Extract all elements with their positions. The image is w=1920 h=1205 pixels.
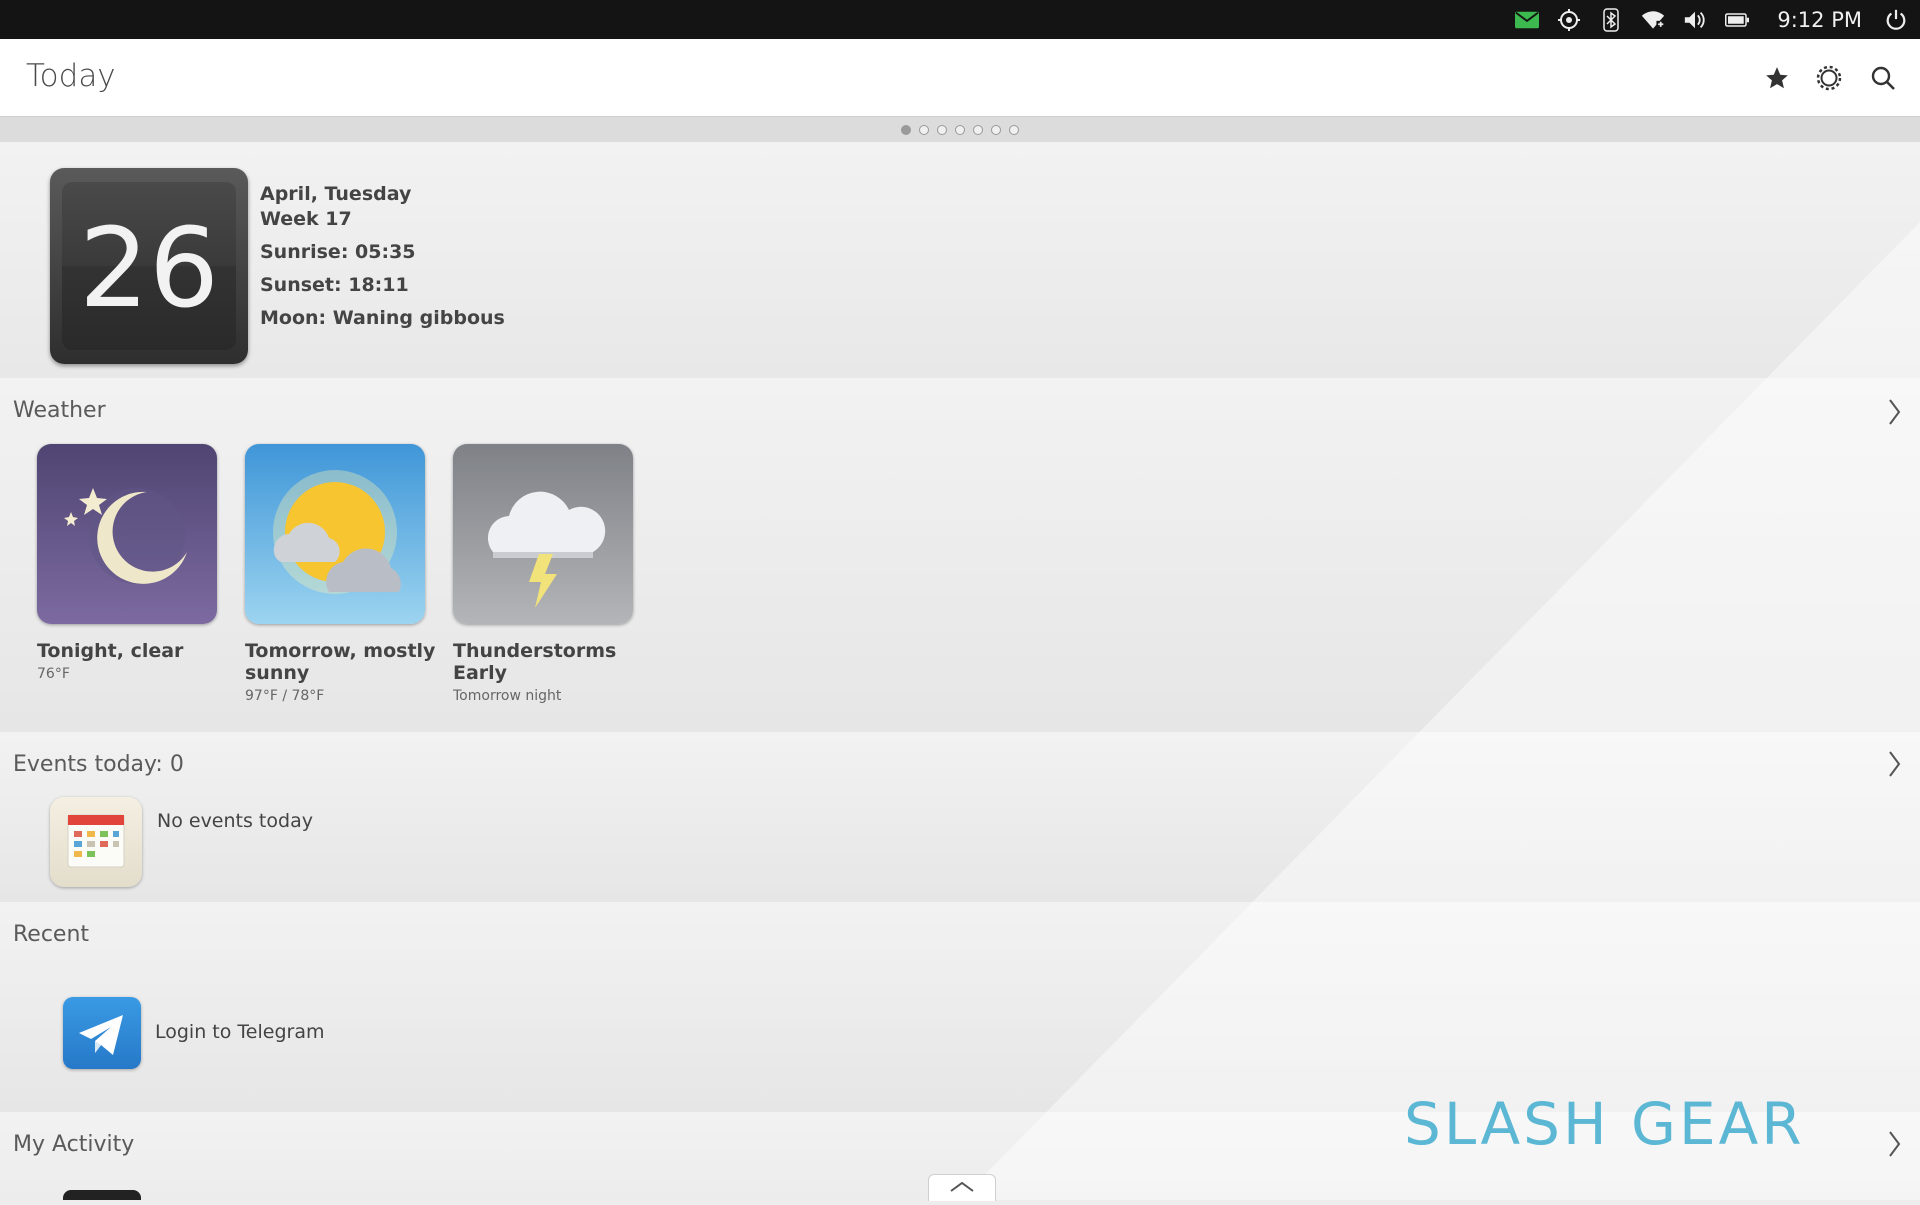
chevron-up-icon [950,1181,974,1192]
activity-chevron-icon[interactable] [1886,1130,1902,1158]
calendar-day-number: 26 [79,204,219,332]
page-dot[interactable] [991,124,1001,135]
activity-title[interactable]: My Activity [13,1132,134,1157]
calendar-icon [67,814,125,868]
page-dot[interactable] [955,124,965,135]
weather-item-tomorrow: Tomorrow, mostly sunny 97°F / 78°F [245,640,445,704]
search-button[interactable] [1868,63,1898,93]
date-week: Week 17 [260,208,352,230]
mail-icon[interactable] [1515,8,1540,32]
favorite-button[interactable] [1762,63,1792,93]
date-details: April, Tuesday Week 17 Sunrise: 05:35 Su… [260,182,505,331]
weather-title[interactable]: Weather [13,398,106,423]
events-chevron-icon[interactable] [1886,750,1902,778]
weather-label: Thunderstorms Early [453,640,617,684]
sunrise-text: Sunrise: 05:35 [260,241,416,263]
volume-icon[interactable] [1683,8,1707,32]
moon-phase-text: Moon: Waning gibbous [260,307,505,329]
weather-tile-thunderstorm[interactable] [453,444,633,624]
calendar-day-tile[interactable]: 26 [50,168,248,364]
telegram-app-icon[interactable] [63,997,141,1069]
date-month-weekday: April, Tuesday [260,183,412,205]
app-header: Today [0,39,1920,117]
watermark-logo: SLASH GEAR [1404,1090,1805,1158]
sunset-text: Sunset: 18:11 [260,274,409,296]
wifi-icon[interactable] [1641,8,1666,32]
thunderstorm-icon [487,491,606,608]
weather-label: Tomorrow, mostly sunny [245,640,436,684]
page-dot[interactable] [901,124,911,135]
page-dot[interactable] [937,124,947,135]
star-icon [1766,67,1788,89]
events-title[interactable]: Events today: 0 [13,752,184,777]
battery-icon[interactable] [1725,8,1750,32]
moon-icon [64,488,187,584]
page-indicator[interactable] [0,117,1920,142]
settings-icon [1816,65,1842,91]
events-empty-message: No events today [157,810,313,832]
search-icon [1871,66,1895,90]
weather-label: Tonight, clear [37,640,184,662]
bottom-edge-handle[interactable] [928,1174,996,1201]
recent-title: Recent [13,922,90,947]
power-icon[interactable] [1884,8,1908,32]
weather-tile-tonight[interactable] [37,444,217,624]
status-bar: 9:12 PM [0,0,1920,39]
weather-item-tonight: Tonight, clear 76°F [37,640,237,682]
weather-chevron-icon[interactable] [1886,398,1902,426]
weather-detail: 76°F [37,666,70,682]
weather-item-thunderstorm: Thunderstorms Early Tomorrow night [453,640,653,704]
activity-item-icon[interactable] [63,1190,141,1200]
page-dot[interactable] [919,124,929,135]
weather-tile-tomorrow[interactable] [245,444,425,624]
page-dot[interactable] [1009,124,1019,135]
page-title: Today [26,58,116,94]
recent-item-label[interactable]: Login to Telegram [155,1021,324,1043]
page-dot[interactable] [973,124,983,135]
recent-section [0,902,1920,1112]
weather-detail: Tomorrow night [453,688,562,704]
telegram-icon [79,1015,123,1055]
weather-detail: 97°F / 78°F [245,688,325,704]
sun-cloud-icon [273,470,401,594]
settings-button[interactable] [1814,63,1844,93]
calendar-app-icon[interactable] [50,797,142,887]
bluetooth-icon[interactable] [1599,7,1623,32]
location-icon[interactable] [1557,8,1581,32]
clock-time[interactable]: 9:12 PM [1777,8,1862,32]
